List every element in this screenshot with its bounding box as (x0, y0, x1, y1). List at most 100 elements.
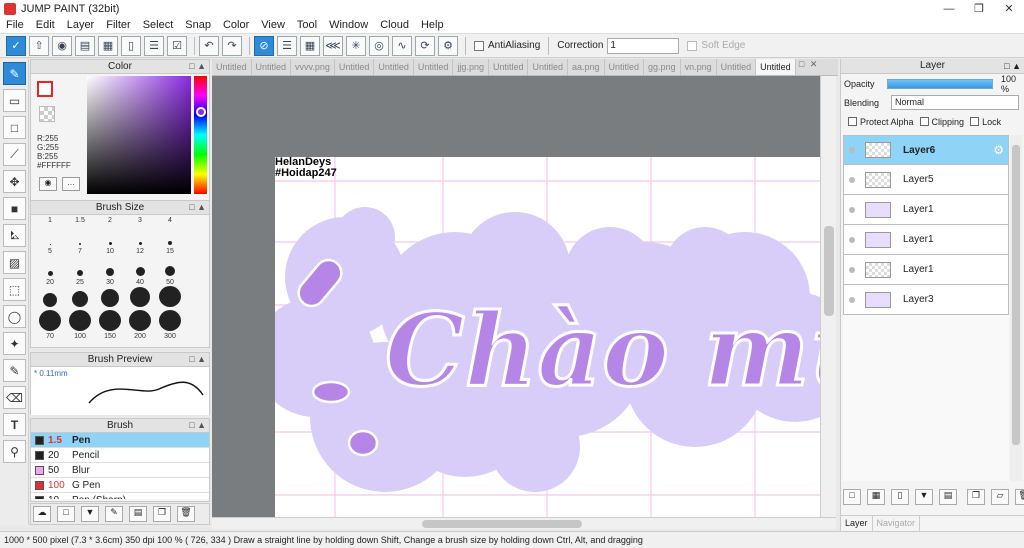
layer-visibility-icon[interactable] (849, 206, 855, 213)
menu-snap[interactable]: Snap (179, 19, 217, 31)
document-tab[interactable]: jjg.png (453, 59, 489, 75)
hue-slider-knob[interactable] (196, 107, 206, 117)
document-tab[interactable]: Untitled (605, 59, 645, 75)
brush-size-option[interactable]: 1 (35, 217, 65, 247)
layer-visibility-icon[interactable] (849, 176, 855, 183)
document-tab[interactable]: Untitled (212, 59, 252, 75)
canvas-vertical-scrollbar[interactable] (820, 76, 836, 517)
brush-item[interactable]: 50 Blur (31, 463, 209, 478)
snap-rotate-icon[interactable]: ⟳ (415, 35, 435, 56)
document-tab[interactable]: aa.png (568, 59, 605, 75)
brush-size-option[interactable]: 30 (95, 279, 125, 309)
tab-lock-icon[interactable]: □ (796, 59, 808, 75)
brush-size-option[interactable]: 70 (35, 310, 65, 340)
transparent-color-swatch[interactable] (39, 106, 55, 122)
horizontal-scroll-thumb[interactable] (422, 520, 582, 528)
layer-visibility-icon[interactable] (849, 147, 855, 153)
menu-color[interactable]: Color (217, 19, 255, 31)
tab-navigator[interactable]: Navigator (873, 516, 921, 531)
panel-pin-icon[interactable]: □ ▲ (189, 60, 206, 73)
document-icon[interactable]: ▦ (98, 35, 118, 56)
hue-slider[interactable] (194, 76, 207, 194)
menu-select[interactable]: Select (137, 19, 180, 31)
new-layer-icon[interactable]: □ (843, 489, 861, 505)
snap-circle-icon[interactable]: ◎ (369, 35, 389, 56)
select-rect-tool-icon[interactable]: ⬚ (3, 278, 26, 301)
text-tool-icon[interactable]: T (3, 413, 26, 436)
soft-edge-checkbox[interactable] (687, 40, 698, 51)
opacity-slider[interactable] (886, 78, 993, 89)
vertical-scroll-thumb[interactable] (824, 226, 834, 316)
brush-item[interactable]: 100 G Pen (31, 478, 209, 493)
duplicate-layer-icon[interactable]: ❐ (967, 489, 985, 505)
undo-icon[interactable]: ↶ (199, 35, 219, 56)
brush-size-option[interactable]: 50 (155, 279, 185, 309)
gradient-tool-icon[interactable]: ▨ (3, 251, 26, 274)
brush-size-option[interactable]: 300 (155, 310, 185, 340)
brush-size-option[interactable]: 2 (95, 217, 125, 247)
brush-size-option[interactable]: 150 (95, 310, 125, 340)
document-tab[interactable]: Untitled (528, 59, 568, 75)
layer-row[interactable]: Layer5 (843, 165, 1009, 195)
cloud-check-icon[interactable]: ✓ (6, 35, 26, 56)
duplicate-brush-icon[interactable]: ❐ (153, 506, 171, 522)
layer-folder-icon[interactable]: ▤ (939, 489, 957, 505)
antialias-checkbox[interactable] (474, 40, 484, 51)
maximize-icon[interactable]: ❐ (964, 2, 994, 15)
brush-type-icon[interactable]: ▼ (81, 506, 99, 522)
brush-settings-icon[interactable]: ✎ (105, 506, 123, 522)
minimize-icon[interactable]: — (934, 3, 964, 15)
correction-select[interactable]: 1 (607, 37, 680, 54)
layer-scroll-thumb[interactable] (1012, 145, 1020, 445)
menu-edit[interactable]: Edit (30, 19, 61, 31)
document-tab[interactable]: vvvv.png (291, 59, 335, 75)
document-tab[interactable]: Untitled (489, 59, 529, 75)
color-menu-icon[interactable]: … (62, 177, 80, 191)
message-icon[interactable]: ▤ (75, 35, 95, 56)
brush-size-option[interactable]: 3 (125, 217, 155, 247)
brush-size-option[interactable]: 25 (65, 279, 95, 309)
brush-folder-icon[interactable]: ▤ (129, 506, 147, 522)
document-tab[interactable]: vn.png (681, 59, 717, 75)
page-icon[interactable]: ▯ (121, 35, 141, 56)
snap-grid-icon[interactable]: ▦ (300, 35, 320, 56)
layer-row[interactable]: Layer1 (843, 195, 1009, 225)
brush-cloud-icon[interactable]: ☁ (33, 506, 51, 522)
menu-layer[interactable]: Layer (61, 19, 101, 31)
menu-window[interactable]: Window (323, 19, 374, 31)
comment-icon[interactable]: ◉ (52, 35, 72, 56)
layer-list-scrollbar[interactable] (1010, 135, 1022, 481)
menu-filter[interactable]: Filter (100, 19, 136, 31)
fill-rect-tool-icon[interactable]: ■ (3, 197, 26, 220)
delete-layer-icon[interactable]: 🗑 (1015, 489, 1024, 505)
delete-brush-icon[interactable]: 🗑 (177, 506, 195, 522)
canvas-horizontal-scrollbar[interactable] (212, 517, 836, 529)
document-tab[interactable]: Untitled (252, 59, 292, 75)
new-raster-layer-icon[interactable]: ▦ (867, 489, 885, 505)
document-tab[interactable]: Untitled (414, 59, 454, 75)
redo-icon[interactable]: ↷ (222, 35, 242, 56)
pen-tool-icon[interactable]: ✎ (3, 62, 26, 85)
lock-checkbox[interactable] (970, 117, 980, 126)
snap-curve-icon[interactable]: ∿ (392, 35, 412, 56)
tab-close-icon[interactable]: ✕ (808, 59, 820, 75)
layer-row[interactable]: Layer6 ⚙ (843, 135, 1009, 165)
bucket-tool-icon[interactable]: ⛡ (3, 224, 26, 247)
snap-settings-icon[interactable]: ⚙ (438, 35, 458, 56)
document-tab[interactable]: Untitled (756, 59, 796, 75)
layer-type-dropdown-icon[interactable]: ▼ (915, 489, 933, 505)
layer-visibility-icon[interactable] (849, 296, 855, 303)
snap-off-icon[interactable]: ⊘ (254, 35, 274, 56)
brush-size-option[interactable]: 200 (125, 310, 155, 340)
checklist-icon[interactable]: ☑ (167, 35, 187, 56)
menu-cloud[interactable]: Cloud (374, 19, 415, 31)
document-tab[interactable]: Untitled (717, 59, 757, 75)
brush-size-option[interactable]: 7 (65, 248, 95, 278)
tab-layer[interactable]: Layer (841, 516, 873, 531)
move-tool-icon[interactable]: ✥ (3, 170, 26, 193)
menu-file[interactable]: File (0, 19, 30, 31)
new-text-layer-icon[interactable]: ▯ (891, 489, 909, 505)
select-pen-tool-icon[interactable]: ✎ (3, 359, 26, 382)
close-icon[interactable]: ✕ (994, 2, 1024, 15)
brush-item[interactable]: 10Pen (Sharp) (31, 493, 209, 499)
